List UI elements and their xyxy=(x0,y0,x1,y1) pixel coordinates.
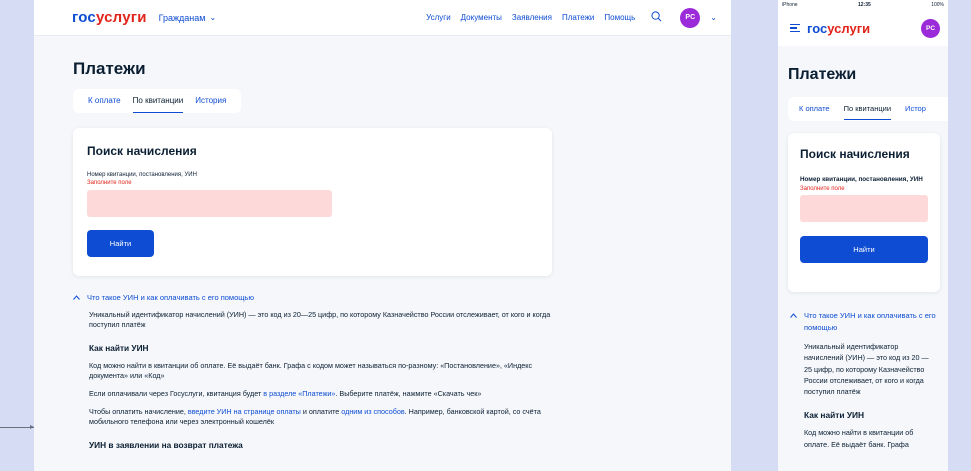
nav-documents[interactable]: Документы xyxy=(461,13,502,22)
search-card: Поиск начисления Номер квитанции, постан… xyxy=(73,128,552,276)
field-label: Номер квитанции, постановления, УИН xyxy=(800,176,923,183)
nav-applications[interactable]: Заявления xyxy=(512,13,552,22)
payment-tabs: К оплате По квитанции Истор xyxy=(788,97,948,121)
tab-history[interactable]: Истор xyxy=(898,97,933,121)
faq-question-text: Что такое УИН и как оплачивать с его пом… xyxy=(804,311,936,332)
faq-how-text: Код можно найти в квитанции об оплате. Е… xyxy=(89,361,533,380)
search-card: Поиск начисления Номер квитанции, постан… xyxy=(788,133,940,292)
faq-how-text: Код можно найти в квитанции об оплате. Е… xyxy=(804,428,914,449)
clock: 12:35 xyxy=(857,2,871,8)
faq-section: Что такое УИН и как оплачивать с его пом… xyxy=(790,310,936,450)
nav-payments[interactable]: Платежи xyxy=(562,13,594,22)
field-label: Номер квитанции, постановления, УИН xyxy=(87,172,197,178)
faq-question[interactable]: Что такое УИН и как оплачивать с его пом… xyxy=(790,310,936,334)
faq-pay-text: Чтобы оплатить начисление, введите УИН н… xyxy=(89,407,541,426)
avatar[interactable]: PC xyxy=(680,7,701,28)
logo[interactable]: госуслуги xyxy=(807,21,870,36)
faq-how-title: Как найти УИН xyxy=(89,343,149,353)
status-bar: iPhone 12:35 100% xyxy=(778,0,948,10)
tab-to-pay[interactable]: К оплате xyxy=(792,97,837,121)
tab-history[interactable]: История xyxy=(189,89,232,113)
desktop-view: госуслуги Гражданам ⌄ Услуги Документы За… xyxy=(34,0,731,471)
arrow-icon xyxy=(0,425,34,429)
faq-question-text: Что такое УИН и как оплачивать с его пом… xyxy=(87,293,254,302)
logo[interactable]: госуслуги xyxy=(72,9,147,26)
find-button[interactable]: Найти xyxy=(87,230,154,257)
nav-help[interactable]: Помощь xyxy=(604,13,635,22)
page-title: Платежи xyxy=(73,59,146,78)
payments-section-link[interactable]: в разделе «Платежи» xyxy=(263,389,335,398)
uin-input[interactable] xyxy=(87,190,332,217)
faq-gosuslugi-text: Если оплачивали через Госуслуги, квитанц… xyxy=(89,389,482,398)
role-dropdown[interactable]: Гражданам ⌄ xyxy=(159,13,217,23)
payment-methods-link[interactable]: одним из способов xyxy=(341,407,404,416)
field-error: Заполните поле xyxy=(87,180,132,186)
uin-input[interactable] xyxy=(800,195,928,222)
faq-question[interactable]: Что такое УИН и как оплачивать с его пом… xyxy=(73,293,553,302)
tab-to-pay[interactable]: К оплате xyxy=(82,89,127,113)
field-error: Заполните поле xyxy=(800,186,845,192)
chevron-down-icon: ⌄ xyxy=(209,13,217,22)
main-nav: Услуги Документы Заявления Платежи Помощ… xyxy=(426,7,717,28)
faq-intro: Уникальный идентификатор начислений (УИН… xyxy=(89,310,551,329)
faq-section: Что такое УИН и как оплачивать с его пом… xyxy=(73,293,553,450)
carrier: iPhone xyxy=(782,2,798,8)
chevron-up-icon xyxy=(790,310,797,334)
search-card-title: Поиск начисления xyxy=(800,147,910,161)
mobile-view: iPhone 12:35 100% госуслуги PC Платежи К… xyxy=(778,0,948,471)
tab-by-receipt[interactable]: По квитанции xyxy=(837,97,898,121)
battery: 100% xyxy=(931,2,944,8)
chevron-down-icon[interactable]: ⌄ xyxy=(710,13,717,22)
page-title: Платежи xyxy=(788,66,857,83)
faq-refund-title: УИН в заявлении на возврат платежа xyxy=(89,440,243,450)
menu-icon[interactable] xyxy=(790,23,800,33)
faq-how-title: Как найти УИН xyxy=(804,410,865,421)
tab-by-receipt[interactable]: По квитанции xyxy=(127,89,190,113)
search-card-title: Поиск начисления xyxy=(87,144,197,158)
avatar[interactable]: PC xyxy=(921,18,940,38)
nav-services[interactable]: Услуги xyxy=(426,13,451,22)
mobile-header: госуслуги PC xyxy=(778,10,948,46)
search-icon[interactable] xyxy=(651,11,662,24)
chevron-up-icon xyxy=(73,293,80,302)
header: госуслуги Гражданам ⌄ Услуги Документы За… xyxy=(34,0,731,36)
payment-tabs: К оплате По квитанции История xyxy=(73,89,242,113)
faq-intro: Уникальный идентификатор начислений (УИН… xyxy=(804,342,929,397)
enter-uin-link[interactable]: введите УИН на странице оплаты xyxy=(188,407,301,416)
find-button[interactable]: Найти xyxy=(800,236,928,263)
role-label: Гражданам xyxy=(158,12,206,23)
